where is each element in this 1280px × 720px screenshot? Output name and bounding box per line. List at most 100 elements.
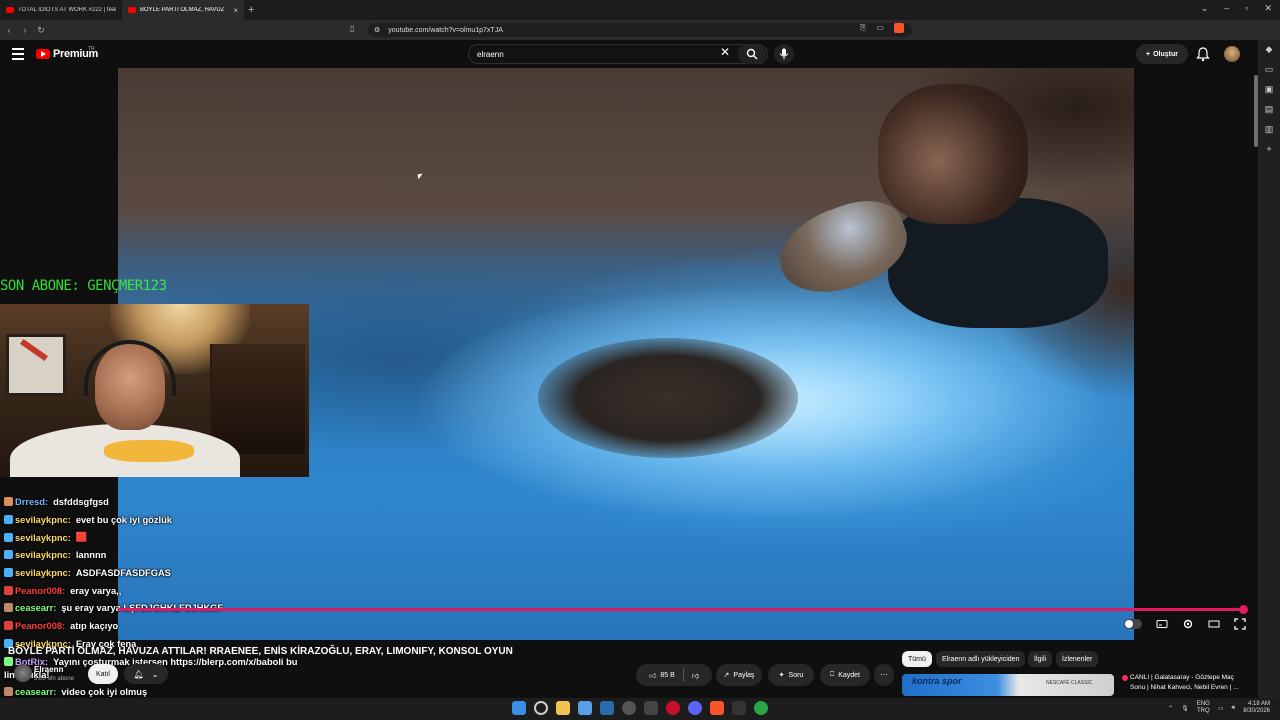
ask-button[interactable]: ✦ Soru: [768, 664, 814, 686]
volume-icon[interactable]: 🔊︎: [1232, 705, 1236, 712]
subscribed-notifications-button[interactable]: 🔔︎ ⌄: [124, 664, 168, 684]
brave-icon[interactable]: [710, 701, 724, 715]
youtube-logo-icon: [36, 49, 50, 59]
chat-badge-icon: [4, 550, 13, 559]
file-explorer-icon[interactable]: [556, 701, 570, 715]
search-icon[interactable]: [534, 701, 548, 715]
create-button[interactable]: + Oluştur: [1136, 44, 1188, 64]
url-bar[interactable]: ⚙ youtube.com/watch?v=olmu1p7xTJA: [368, 23, 912, 37]
opera-icon[interactable]: [666, 701, 680, 715]
chat-badge-icon: [4, 621, 13, 630]
chat-badge-icon: [4, 586, 13, 595]
progress-scrubber[interactable]: [1238, 605, 1248, 614]
video-progress-bar[interactable]: [118, 605, 1248, 614]
brave-shields-icon[interactable]: [893, 23, 904, 33]
subscriber-count: 3,83 Mn abone: [34, 676, 75, 682]
notifications-bell-icon[interactable]: [1196, 46, 1210, 62]
save-button[interactable]: ⎕ Kaydet: [820, 664, 870, 686]
new-tab-button[interactable]: +: [248, 4, 254, 16]
more-horizontal-icon: ⋯: [880, 672, 888, 679]
store-icon[interactable]: [578, 701, 592, 715]
lang-bottom: TRQ: [1197, 708, 1210, 714]
app-icon[interactable]: [644, 701, 658, 715]
fullscreen-icon[interactable]: [1234, 618, 1246, 630]
chat-username: ceasearr:: [15, 686, 57, 697]
maximize-button[interactable]: ▫: [1245, 3, 1248, 14]
reload-button[interactable]: ↻: [34, 25, 48, 36]
youtube-favicon-icon: [128, 7, 136, 13]
chevron-up-icon[interactable]: ⌃: [1168, 705, 1173, 712]
tab-search-icon[interactable]: ⌄: [1201, 3, 1209, 14]
cast-icon[interactable]: ▭: [876, 23, 884, 33]
last-subscriber-overlay: SON ABONE: GENÇMER123: [0, 278, 167, 294]
clock[interactable]: 4:18 AM 8/30/2026: [1243, 701, 1270, 715]
chat-message: Peanor008: eray varya,,: [4, 583, 121, 598]
bookmark-icon[interactable]: ▯: [350, 24, 354, 33]
clear-search-icon[interactable]: ✕: [720, 45, 730, 59]
chat-badge-icon: [4, 533, 13, 542]
account-avatar[interactable]: [1224, 46, 1240, 62]
chip-related[interactable]: İlgili: [1028, 651, 1053, 667]
chat-badge-icon: [4, 497, 13, 506]
mouse-cursor-icon: [417, 173, 424, 180]
network-icon[interactable]: ▭: [1218, 705, 1224, 712]
minimize-button[interactable]: –: [1224, 3, 1229, 14]
microphone-icon[interactable]: 🎙︎: [1181, 705, 1189, 712]
app-icon[interactable]: [754, 701, 768, 715]
sidebar-add-icon[interactable]: +: [1266, 144, 1271, 154]
like-icon[interactable]: 👍︎: [649, 671, 656, 680]
theater-mode-icon[interactable]: [1208, 618, 1220, 630]
close-tab-icon[interactable]: ×: [233, 6, 238, 15]
recommended-video-title[interactable]: CANLI | Galatasaray - Göztepe Maç Sonu |…: [1120, 673, 1250, 693]
chip-all[interactable]: Tümü: [902, 651, 932, 667]
autoplay-toggle[interactable]: [1124, 619, 1142, 629]
window-controls: ⌄ – ▫ ✕: [1201, 3, 1272, 14]
recommended-video-thumbnail[interactable]: kontra spor NESCAFÉ CLASSIC: [902, 674, 1114, 696]
share-button[interactable]: ↗ Paylaş: [716, 664, 762, 686]
chat-username: sevilaykpnc:: [15, 514, 71, 525]
dislike-icon[interactable]: 👎︎: [692, 671, 699, 680]
app-icon[interactable]: [622, 701, 636, 715]
browser-tab-2[interactable]: BÖYLE PARTİ OLMAZ, HAVUZ ×: [122, 0, 244, 20]
sidebar-reading-list-icon[interactable]: ▥: [1265, 124, 1274, 135]
chip-watched[interactable]: İzlenenler: [1056, 651, 1099, 667]
sidebar-leo-icon[interactable]: ◆: [1266, 44, 1273, 55]
sidebar-bookmarks-icon[interactable]: ▤: [1265, 104, 1274, 115]
language-indicator[interactable]: ENG TRQ: [1197, 701, 1210, 715]
forward-button[interactable]: ›: [18, 25, 32, 35]
chip-from-uploader[interactable]: Elraenn adlı yükleyiciden: [936, 651, 1026, 667]
back-button[interactable]: ‹: [2, 25, 16, 35]
site-info-icon[interactable]: ⚙: [374, 26, 380, 34]
settings-gear-icon[interactable]: [1182, 618, 1194, 630]
join-button[interactable]: Katıl: [88, 664, 118, 684]
sidebar-wallet-icon[interactable]: ▣: [1265, 84, 1274, 95]
chat-message: Drresd: dsfddsgfgsd: [4, 494, 109, 509]
save-label: Kaydet: [838, 671, 860, 679]
subtitles-icon[interactable]: [1156, 618, 1168, 630]
sidebar-tabs-icon[interactable]: ▭: [1265, 64, 1274, 75]
chat-username: ceasearr:: [15, 602, 57, 613]
search-button[interactable]: [738, 44, 766, 64]
channel-avatar[interactable]: [14, 664, 32, 682]
app-icon[interactable]: [732, 701, 746, 715]
start-menu-icon[interactable]: [512, 701, 526, 715]
browser-sidebar: ◆ ▭ ▣ ▤ ▥ +: [1258, 40, 1280, 720]
more-actions-button[interactable]: ⋯: [874, 664, 894, 686]
chat-text: Yayını çoşturmak istersen https://blerp.…: [53, 656, 298, 667]
chat-text: evet bu çok iyi gözlük: [75, 514, 172, 525]
chat-badge-icon: [4, 568, 13, 577]
scrollbar-thumb[interactable]: [1254, 75, 1258, 147]
channel-name[interactable]: Elraenn: [34, 665, 63, 674]
windows-taskbar: ⌃ 🎙︎ ENG TRQ ▭ 🔊︎ 4:18 AM 8/30/2026: [0, 698, 1280, 720]
voice-search-button[interactable]: [774, 44, 794, 64]
menu-icon[interactable]: [12, 48, 24, 60]
like-count[interactable]: 85 B: [660, 672, 674, 679]
youtube-header: Premium TR elraenn ✕ + Oluştur: [0, 40, 1256, 68]
chat-text: lannnn: [75, 549, 107, 560]
browser-tab-1[interactable]: TOTAL IDIOTS AT WORK #222 | featu: [0, 0, 122, 20]
translate-icon[interactable]: ⎘: [860, 23, 866, 33]
steam-icon[interactable]: [600, 701, 614, 715]
discord-icon[interactable]: [688, 701, 702, 715]
close-window-button[interactable]: ✕: [1264, 3, 1272, 14]
tab-title: TOTAL IDIOTS AT WORK #222 | featu: [18, 7, 116, 13]
